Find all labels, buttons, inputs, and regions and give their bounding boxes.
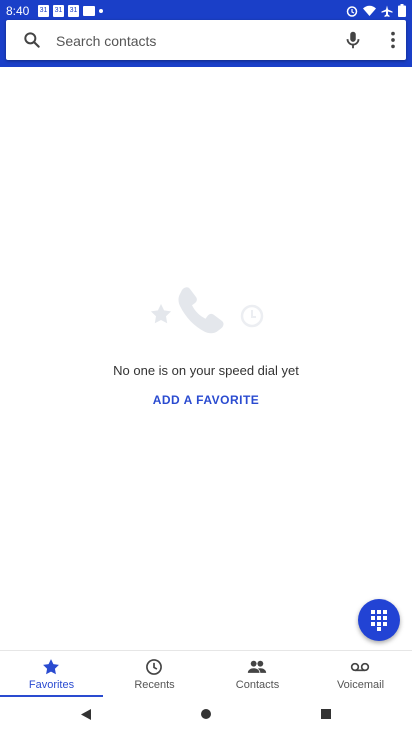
search-icon[interactable] [22,30,42,50]
add-favorite-button[interactable]: ADD A FAVORITE [145,390,267,410]
airplane-icon [381,5,393,17]
tab-recents-label: Recents [134,679,175,691]
dialpad-button[interactable] [358,599,400,641]
system-icons [346,4,406,17]
system-navigation-bar [0,697,412,732]
clock-icon [146,659,162,675]
alarm-icon [346,5,358,17]
tab-recents[interactable]: Recents [103,651,206,697]
tab-contacts-label: Contacts [235,679,280,691]
battery-icon [398,4,406,17]
notification-icons: 31 31 31 [38,5,103,17]
tab-favorites-label: Favorites [28,679,75,691]
tab-contacts[interactable]: Contacts [206,651,309,697]
empty-state-message: No one is on your speed dial yet [113,363,299,378]
status-time: 8:40 [6,4,30,18]
dialpad-icon [371,610,387,631]
voicemail-icon [350,662,370,672]
calendar-icon: 31 [53,5,64,17]
phone-icon [178,287,224,334]
empty-favorites-illustration [150,287,264,334]
calendar-icon: 31 [68,5,79,17]
tab-voicemail-label: Voicemail [336,679,385,691]
more-options-icon[interactable] [382,29,404,51]
search-bar[interactable] [6,20,406,62]
tab-favorites[interactable]: Favorites [0,651,103,697]
search-input[interactable] [54,20,328,62]
star-icon [150,304,172,324]
overview-icon[interactable] [320,708,332,720]
star-icon [43,659,59,675]
microphone-icon[interactable] [342,29,364,51]
wifi-icon [363,5,376,16]
back-icon[interactable] [80,708,92,721]
voicemail-icon [83,6,95,16]
bottom-navigation: Favorites Recents Contacts Voicemail [0,650,412,697]
dot-icon [99,9,103,13]
home-icon[interactable] [200,708,212,720]
tab-voicemail[interactable]: Voicemail [309,651,412,697]
calendar-icon: 31 [38,5,49,17]
people-icon [247,660,267,673]
